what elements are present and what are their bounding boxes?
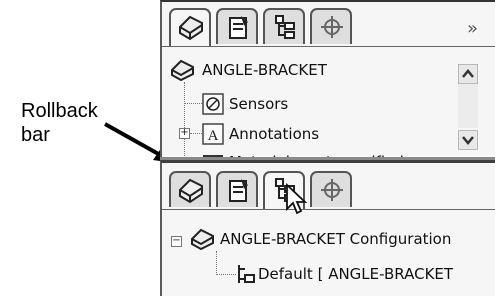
tree-guide-line (216, 251, 217, 275)
svg-text:A: A (208, 128, 219, 144)
part-icon (171, 59, 194, 81)
callout-line-2: bar (21, 124, 50, 146)
tab-feature-manager-bottom[interactable] (169, 171, 211, 207)
tree-branch (190, 133, 202, 134)
rollback-bar-callout: Rollback bar (21, 99, 98, 147)
property-manager-icon (229, 16, 248, 39)
mouse-pointer-icon (286, 183, 308, 215)
scroll-down-button[interactable] (458, 130, 478, 150)
feature-manager-icon (179, 15, 203, 41)
configuration-root-label[interactable]: ANGLE-BRACKET Configuration (220, 230, 451, 248)
tree-root-label[interactable]: ANGLE-BRACKET (202, 61, 327, 79)
tab-property-manager[interactable] (216, 8, 258, 44)
tab-configuration-manager[interactable] (263, 8, 305, 44)
scroll-track[interactable] (458, 84, 478, 128)
more-tabs-icon[interactable]: » (467, 18, 478, 39)
configuration-default-label[interactable]: Default [ ANGLE-BRACKET (258, 265, 453, 283)
feature-manager-panel-top: » ANGLE-BRACKET Sensors + A Annotations … (160, 0, 495, 160)
configuration-manager-icon (275, 15, 295, 39)
tree-guide-line (184, 82, 185, 160)
dimxpert-manager-icon (321, 179, 343, 201)
annotations-icon: A (202, 123, 224, 145)
property-manager-icon (229, 179, 248, 202)
tab-dimxpert-manager-bottom[interactable] (310, 171, 352, 207)
feature-manager-icon (179, 178, 203, 204)
tab-dimxpert-manager[interactable] (310, 8, 352, 44)
dimxpert-manager-icon (321, 16, 343, 38)
tab-divider (162, 209, 495, 210)
tab-divider (162, 46, 495, 47)
sensors-icon (202, 93, 224, 115)
expand-annotations-icon[interactable]: + (179, 128, 190, 139)
chevron-up-icon (462, 69, 474, 78)
chevron-down-icon (462, 136, 474, 145)
scroll-up-button[interactable] (458, 64, 478, 84)
tab-property-manager-bottom[interactable] (216, 171, 258, 207)
tree-item-annotations[interactable]: Annotations (229, 125, 319, 143)
configuration-icon (238, 265, 255, 283)
tree-branch (216, 274, 236, 275)
tree-branch (184, 103, 202, 104)
tree-item-sensors[interactable]: Sensors (229, 95, 288, 113)
tab-feature-manager[interactable] (169, 8, 211, 46)
feature-manager-panel-bottom: − ANGLE-BRACKET Configuration Default [ … (160, 160, 495, 296)
part-icon (191, 228, 214, 250)
callout-line-1: Rollback (21, 100, 98, 122)
collapse-configuration-icon[interactable]: − (171, 236, 182, 247)
